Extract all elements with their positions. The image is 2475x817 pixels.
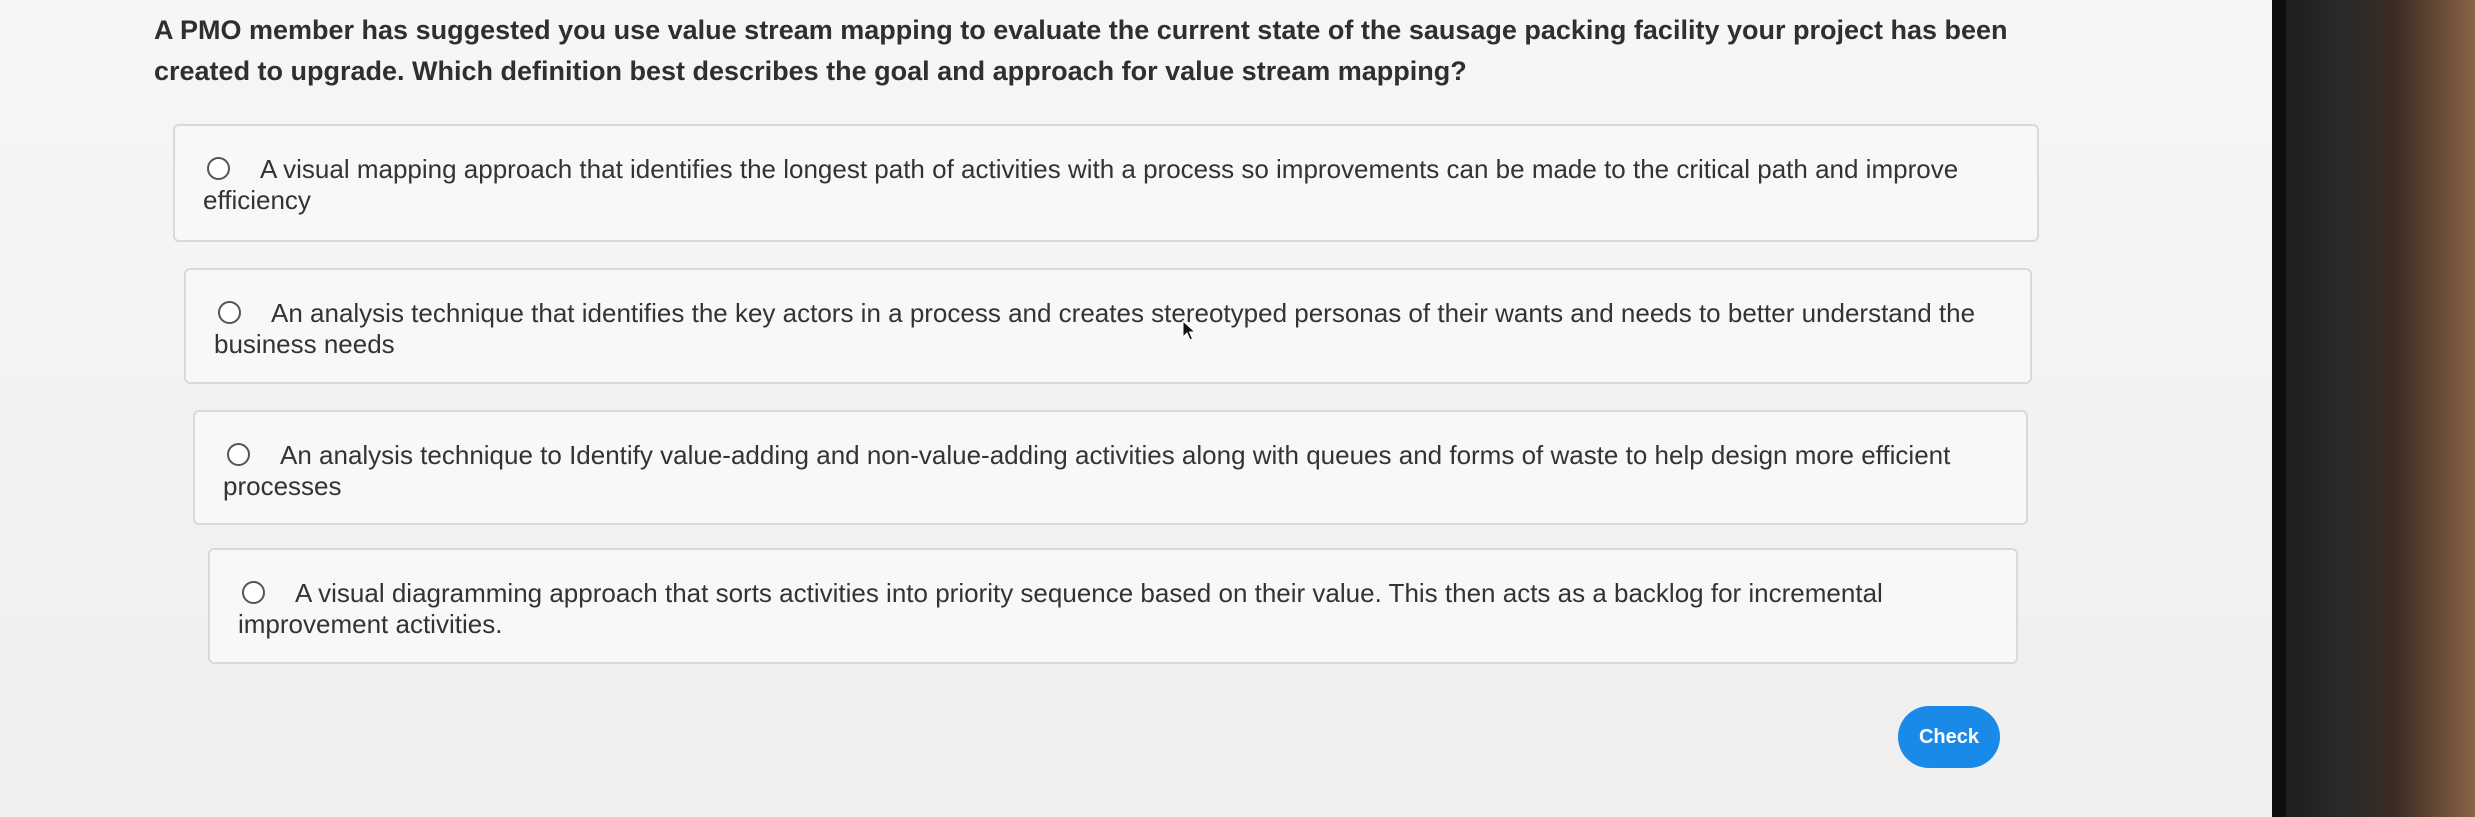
answer-option-label: A visual diagramming approach that sorts…: [238, 578, 1883, 639]
radio-unselected-icon[interactable]: [207, 157, 230, 180]
quiz-screen: A PMO member has suggested you use value…: [0, 0, 2272, 817]
radio-unselected-icon[interactable]: [242, 581, 265, 604]
answer-option-4[interactable]: A visual diagramming approach that sorts…: [208, 548, 2018, 664]
question-text: A PMO member has suggested you use value…: [154, 15, 2008, 86]
check-button[interactable]: Check: [1898, 706, 2000, 768]
answer-option-1[interactable]: A visual mapping approach that identifie…: [173, 124, 2039, 242]
answer-option-3[interactable]: An analysis technique to Identify value-…: [193, 410, 2028, 525]
answer-option-2[interactable]: An analysis technique that identifies th…: [184, 268, 2032, 384]
answer-option-label: An analysis technique that identifies th…: [214, 298, 1976, 359]
monitor-bezel: [2272, 0, 2475, 817]
bezel-edge: [2272, 0, 2286, 817]
radio-unselected-icon[interactable]: [218, 301, 241, 324]
answer-option-label: A visual mapping approach that identifie…: [203, 154, 1959, 215]
radio-unselected-icon[interactable]: [227, 443, 250, 466]
answer-option-label: An analysis technique to Identify value-…: [223, 440, 1951, 501]
mouse-pointer-icon: [1182, 320, 1196, 341]
